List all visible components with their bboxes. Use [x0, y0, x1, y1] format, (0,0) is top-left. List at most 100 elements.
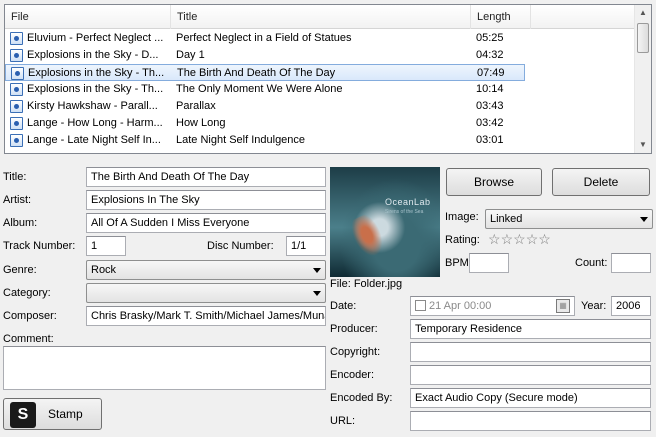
column-header-file[interactable]: File [5, 5, 171, 29]
star-icon[interactable]: ☆ [501, 231, 514, 247]
date-label: Date: [330, 300, 357, 312]
audio-file-icon [11, 67, 24, 80]
genre-value: Rock [91, 264, 117, 276]
track-number-field[interactable]: 1 [86, 236, 126, 256]
audio-file-icon [10, 49, 23, 62]
star-icon[interactable]: ☆ [538, 231, 551, 247]
cell-length: 10:14 [476, 83, 504, 95]
cell-title: The Birth And Death Of The Day [177, 67, 336, 79]
date-picker[interactable]: 21 Apr 00:00 ▦ [410, 296, 575, 316]
audio-file-icon [10, 32, 23, 45]
url-field[interactable] [410, 411, 651, 431]
stamp-label: Stamp [48, 407, 83, 421]
genre-label: Genre: [3, 264, 37, 276]
file-list[interactable]: File Title Length Eluvium - Perfect Negl… [4, 4, 652, 154]
producer-label: Producer: [330, 323, 378, 335]
file-list-scrollbar[interactable]: ▲ ▼ [634, 5, 651, 153]
cell-title: Day 1 [176, 49, 205, 61]
image-dropdown[interactable]: Linked [485, 209, 653, 229]
image-value: Linked [490, 213, 523, 225]
encoder-label: Encoder: [330, 369, 375, 381]
table-row[interactable]: Kirsty Hawkshaw - Parall... Parallax 03:43 [5, 98, 525, 115]
audio-file-icon [10, 83, 23, 96]
cell-length: 03:01 [476, 134, 504, 146]
chevron-down-icon [313, 268, 321, 273]
artwork-caption: File: Folder.jpg [330, 278, 403, 290]
title-field[interactable]: The Birth And Death Of The Day [86, 167, 326, 187]
star-icon[interactable]: ☆ [526, 231, 539, 247]
file-list-header: File Title Length [5, 5, 635, 29]
cell-length: 04:32 [476, 49, 504, 61]
column-header-length[interactable]: Length [471, 5, 531, 29]
cell-length: 05:25 [476, 32, 504, 44]
rating-label: Rating: [445, 234, 480, 246]
album-art-title: OceanLab [385, 197, 431, 207]
cell-file: Eluvium - Perfect Neglect ... [27, 32, 164, 44]
copyright-field[interactable] [410, 342, 651, 362]
audio-file-icon [10, 117, 23, 130]
bpm-field[interactable] [469, 253, 509, 273]
year-label: Year: [581, 300, 607, 312]
audio-file-icon [10, 100, 23, 113]
artist-label: Artist: [3, 194, 32, 206]
cell-file: Kirsty Hawkshaw - Parall... [27, 100, 158, 112]
cell-title: Parallax [176, 100, 216, 112]
cell-title: How Long [176, 117, 226, 129]
delete-button[interactable]: Delete [552, 168, 650, 196]
cell-length: 07:49 [477, 67, 505, 79]
disc-number-label: Disc Number: [207, 240, 274, 252]
cell-length: 03:43 [476, 100, 504, 112]
url-label: URL: [330, 415, 356, 427]
table-row[interactable]: Explosions in the Sky - D... Day 1 04:32 [5, 47, 525, 64]
cell-file: Lange - How Long - Harm... [27, 117, 163, 129]
table-row[interactable]: Lange - Late Night Self In... Late Night … [5, 132, 525, 149]
album-label: Album: [3, 217, 38, 229]
cell-file: Lange - Late Night Self In... [27, 134, 161, 146]
cell-title: The Only Moment We Were Alone [176, 83, 343, 95]
star-icon[interactable]: ☆ [513, 231, 526, 247]
browse-button[interactable]: Browse [446, 168, 542, 196]
comment-field[interactable] [3, 346, 326, 390]
category-dropdown[interactable] [86, 283, 326, 303]
track-number-label: Track Number: [3, 240, 76, 252]
disc-number-field[interactable]: 1/1 [286, 236, 326, 256]
producer-field[interactable]: Temporary Residence [410, 319, 651, 339]
rating-stars[interactable]: ☆☆☆☆☆ [488, 231, 551, 248]
album-art-subtitle: Sirens of the Sea [385, 209, 424, 215]
album-field[interactable]: All Of A Sudden I Miss Everyone [86, 213, 326, 233]
copyright-label: Copyright: [330, 346, 381, 358]
chevron-down-icon [313, 291, 321, 296]
table-row[interactable]: Eluvium - Perfect Neglect ... Perfect Neg… [5, 30, 525, 47]
count-label: Count: [575, 257, 608, 269]
date-value: 21 Apr 00:00 [429, 300, 492, 312]
cell-length: 03:42 [476, 117, 504, 129]
star-icon[interactable]: ☆ [488, 231, 501, 247]
column-header-title[interactable]: Title [171, 5, 471, 29]
image-label: Image: [445, 211, 479, 223]
table-row[interactable]: Explosions in the Sky - Th... The Only Mo… [5, 81, 525, 98]
date-checkbox[interactable] [415, 300, 426, 311]
calendar-icon[interactable]: ▦ [556, 299, 570, 313]
count-field[interactable] [611, 253, 651, 273]
artist-field[interactable]: Explosions In The Sky [86, 190, 326, 210]
encoder-field[interactable] [410, 365, 651, 385]
cell-file: Explosions in the Sky - Th... [27, 83, 164, 95]
stamp-button[interactable]: S Stamp [3, 398, 102, 430]
scroll-up-icon[interactable]: ▲ [635, 5, 651, 21]
cell-file: Explosions in the Sky - Th... [28, 67, 165, 79]
audio-file-icon [10, 134, 23, 147]
composer-field[interactable]: Chris Brasky/Mark T. Smith/Michael James… [86, 306, 326, 326]
table-row[interactable]: Lange - How Long - Harm... How Long 03:42 [5, 115, 525, 132]
composer-label: Composer: [3, 310, 57, 322]
table-row[interactable]: Explosions in the Sky - Th... The Birth A… [5, 64, 525, 81]
bpm-label: BPM: [445, 257, 472, 269]
scroll-down-icon[interactable]: ▼ [635, 137, 651, 153]
album-art[interactable]: OceanLab Sirens of the Sea [330, 167, 440, 277]
scroll-thumb[interactable] [637, 23, 649, 53]
encoded-by-field[interactable]: Exact Audio Copy (Secure mode) [410, 388, 651, 408]
title-label: Title: [3, 171, 27, 183]
chevron-down-icon [640, 217, 648, 222]
stamp-icon: S [10, 402, 36, 428]
year-field[interactable]: 2006 [611, 296, 651, 316]
genre-dropdown[interactable]: Rock [86, 260, 326, 280]
